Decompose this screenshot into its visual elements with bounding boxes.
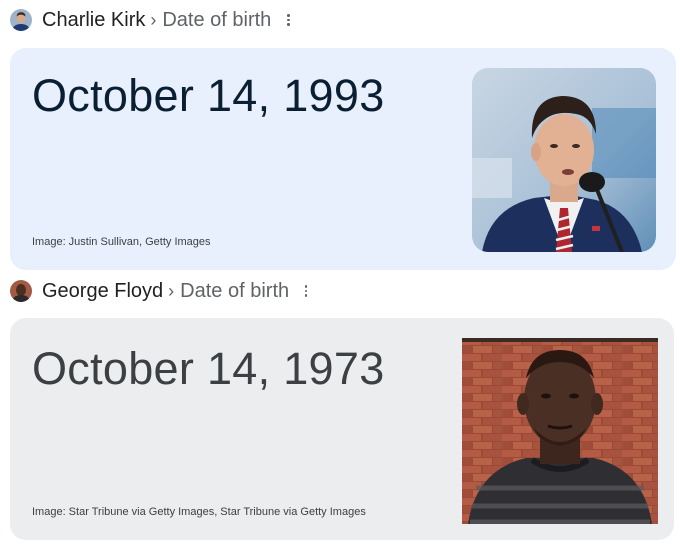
breadcrumb-separator: › [150, 9, 157, 30]
result-header[interactable]: Charlie Kirk › Date of birth [10, 5, 291, 35]
date-of-birth-value: October 14, 1993 [32, 70, 385, 121]
answer-card: October 14, 1993 Image: Justin Sullivan,… [10, 48, 676, 270]
entity-name-link[interactable]: George Floyd [42, 280, 163, 303]
more-options-icon[interactable] [285, 14, 291, 26]
attribute-name[interactable]: Date of birth [180, 280, 289, 303]
person-photo[interactable] [472, 68, 656, 252]
image-credit: Image: Star Tribune via Getty Images, St… [32, 506, 366, 518]
result-header[interactable]: George Floyd › Date of birth [10, 276, 309, 306]
date-of-birth-value: October 14, 1973 [32, 343, 385, 394]
attribute-name[interactable]: Date of birth [162, 9, 271, 32]
person-avatar-icon [10, 280, 32, 302]
entity-name-link[interactable]: Charlie Kirk [42, 9, 145, 32]
breadcrumb-separator: › [168, 280, 175, 301]
more-options-icon[interactable] [303, 285, 309, 297]
image-credit: Image: Justin Sullivan, Getty Images [32, 236, 211, 248]
answer-card: October 14, 1973 Image: Star Tribune via… [10, 318, 674, 540]
person-avatar-icon [10, 9, 32, 31]
person-photo[interactable] [462, 338, 658, 524]
